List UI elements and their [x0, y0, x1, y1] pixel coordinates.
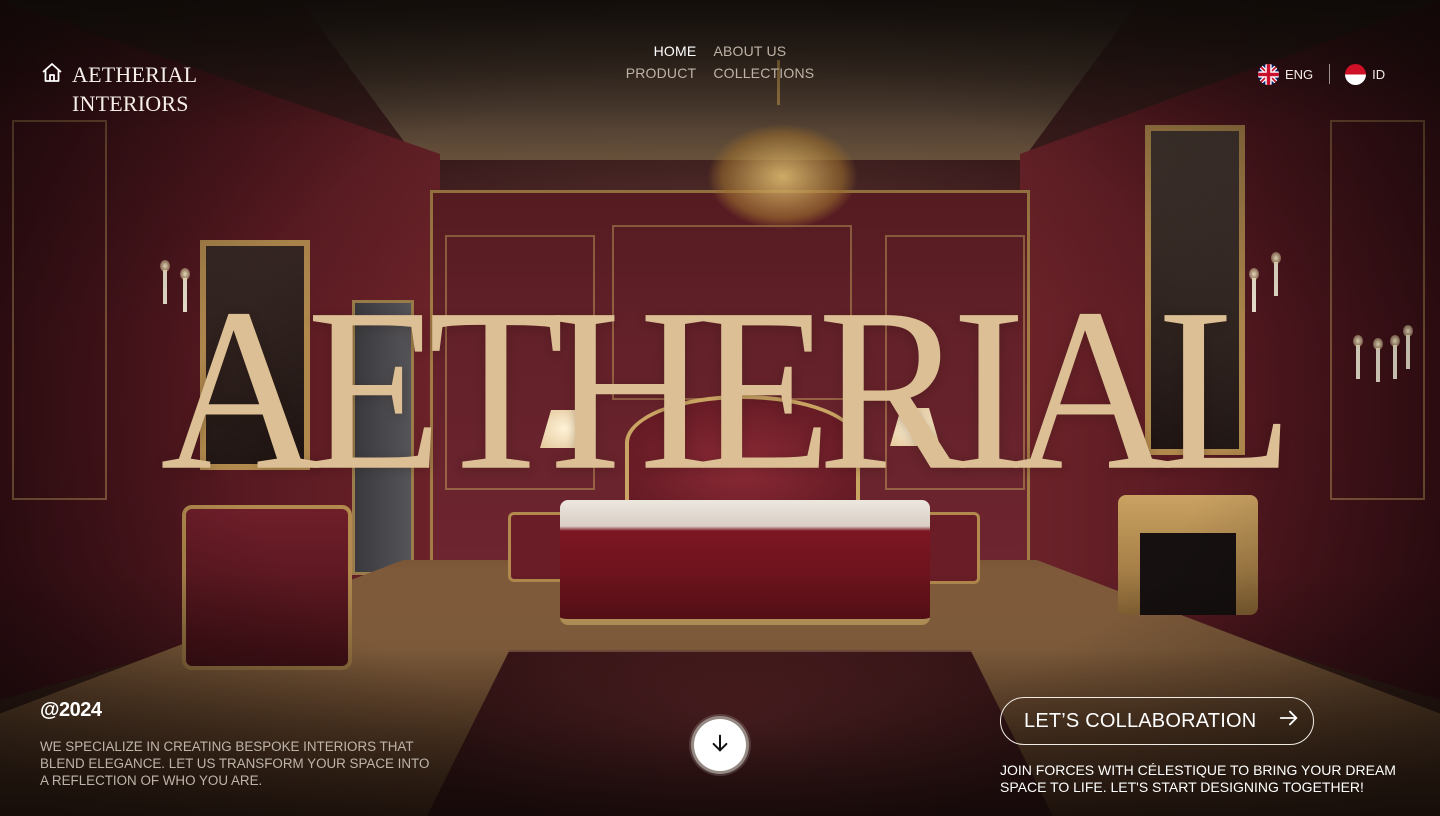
brand-name-line1: AETHERIAL — [72, 62, 198, 87]
nav-row: HOME ABOUT US — [620, 40, 820, 62]
language-label: ENG — [1285, 66, 1314, 82]
uk-flag-icon — [1258, 63, 1279, 85]
language-switcher: ENG ID — [1258, 62, 1385, 86]
brand-logo[interactable]: AETHERIAL INTERIORS — [40, 60, 197, 118]
collaboration-description: JOIN FORCES WITH CÉLESTIQUE TO BRING YOU… — [1000, 762, 1396, 795]
indonesia-flag-icon — [1345, 63, 1367, 85]
collaboration-button-label: LET’S COLLABORATION — [1024, 709, 1257, 732]
home-icon — [40, 61, 64, 85]
collaboration-button[interactable]: LET’S COLLABORATION — [1000, 697, 1314, 745]
copyright-year: @2024 — [40, 699, 102, 721]
language-option-eng[interactable]: ENG — [1258, 63, 1314, 85]
hero-title: AETHERIAL — [160, 260, 1293, 520]
arrow-down-icon — [709, 732, 731, 759]
language-option-id[interactable]: ID — [1345, 63, 1386, 85]
brand-name-line2: INTERIORS — [72, 91, 189, 116]
nav-item-collections[interactable]: COLLECTIONS — [713, 65, 814, 81]
brand-name: AETHERIAL INTERIORS — [72, 60, 197, 118]
main-nav: HOME ABOUT US PRODUCT COLLECTIONS — [620, 40, 820, 84]
nav-item-about-us[interactable]: ABOUT US — [713, 43, 786, 59]
scroll-down-button[interactable] — [691, 716, 749, 774]
nav-item-product[interactable]: PRODUCT — [626, 65, 697, 81]
nav-row: PRODUCT COLLECTIONS — [620, 62, 820, 84]
divider — [1329, 64, 1331, 84]
arrow-right-icon — [1278, 707, 1300, 735]
hero-section: AETHERIAL INTERIORS HOME ABOUT US PRODUC… — [0, 0, 1440, 816]
intro-description: WE SPECIALIZE IN CREATING BESPOKE INTERI… — [40, 739, 430, 788]
language-label: ID — [1372, 66, 1386, 82]
nav-item-home[interactable]: HOME — [654, 43, 697, 59]
